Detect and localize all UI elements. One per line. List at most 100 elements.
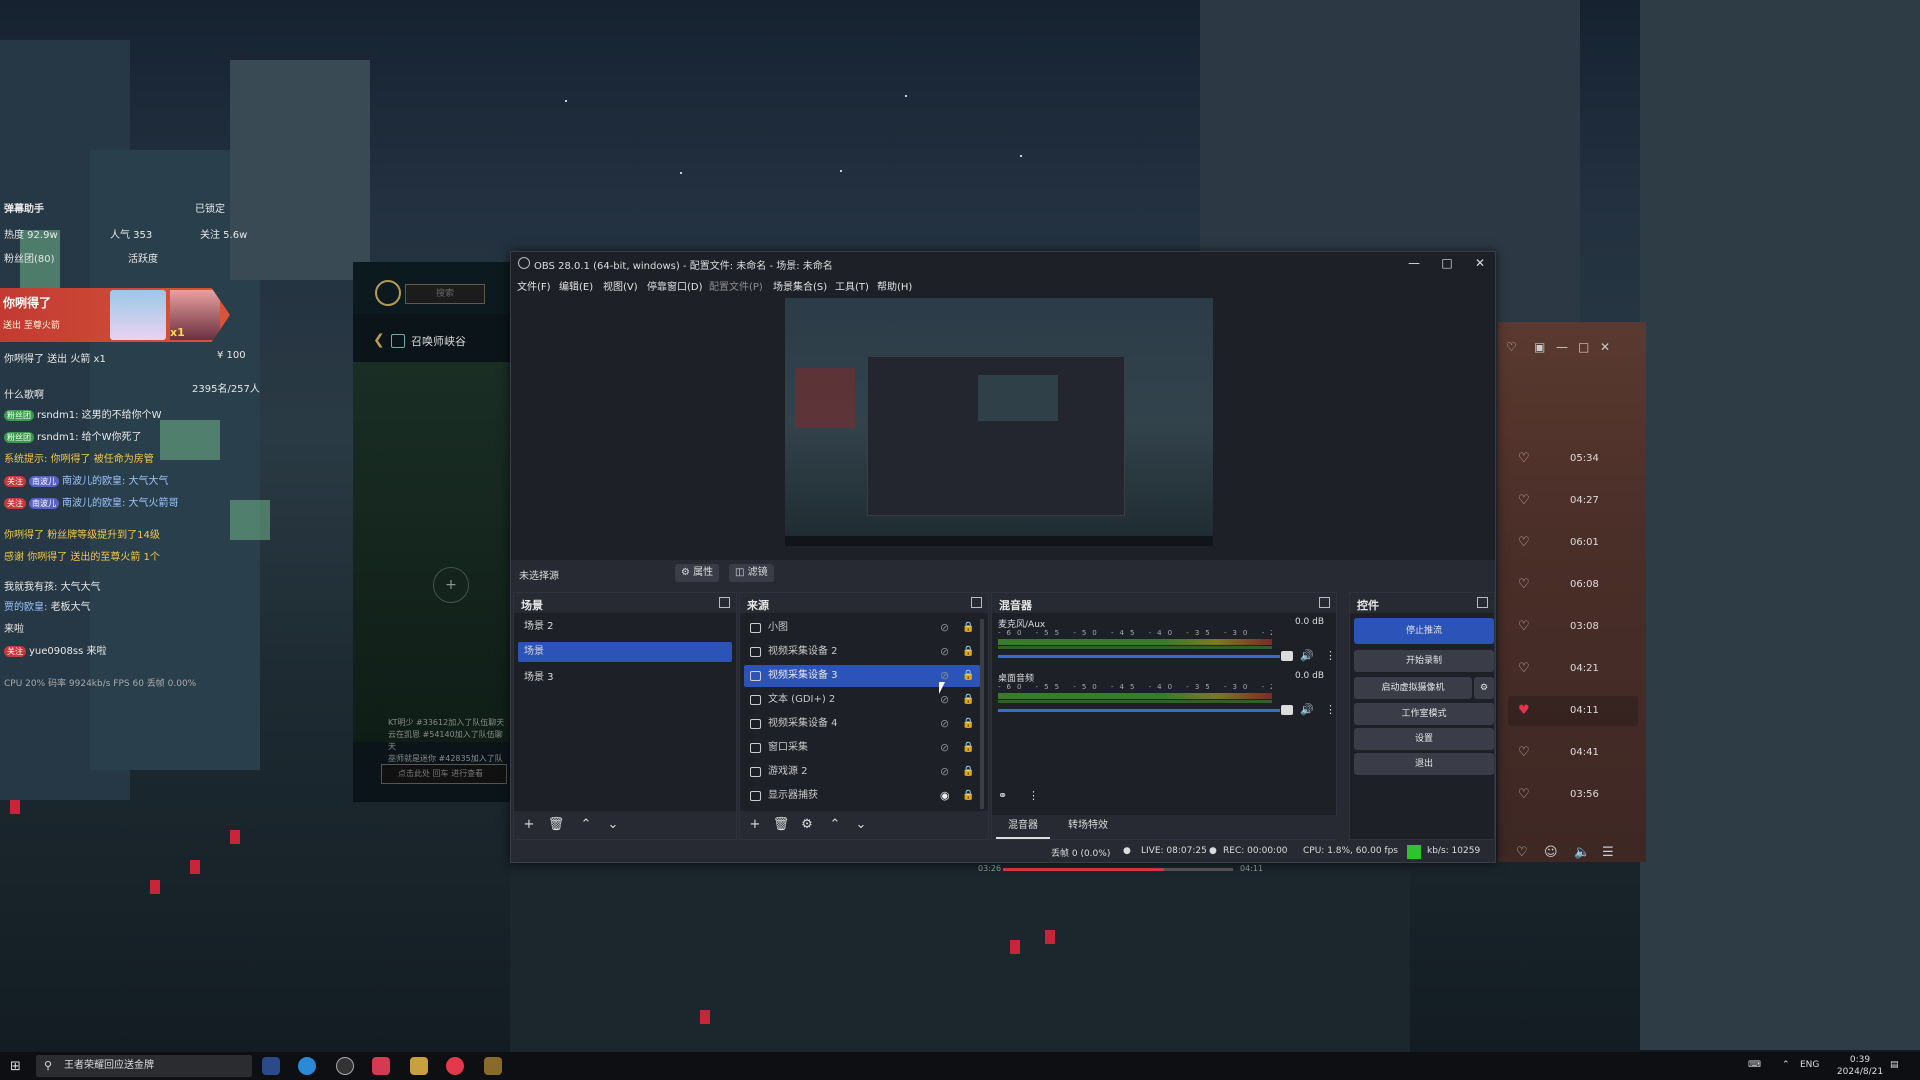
playback-progress[interactable]: [1003, 868, 1233, 871]
remove-source-icon[interactable]: 🗑: [772, 816, 790, 834]
visibility-hidden-icon[interactable]: ⊘: [940, 617, 949, 639]
edge-icon[interactable]: [298, 1057, 316, 1075]
scene-item[interactable]: 场景 2: [518, 617, 732, 637]
menu-view[interactable]: 视图(V): [603, 278, 638, 293]
remove-scene-icon[interactable]: 🗑: [547, 816, 565, 834]
mini-mode-icon[interactable]: ▣: [1534, 340, 1545, 354]
source-item[interactable]: 视频采集设备 2 ⊘ 🔒: [744, 641, 980, 663]
track-row[interactable]: ♥ 04:11: [1508, 696, 1638, 726]
start-virtual-camera-button[interactable]: 启动虚拟摄像机: [1354, 677, 1472, 699]
visibility-hidden-icon[interactable]: ⊘: [940, 761, 949, 783]
lock-icon[interactable]: 🔒: [962, 785, 974, 807]
stop-streaming-button[interactable]: 停止推流: [1354, 618, 1494, 644]
tab-transitions[interactable]: 转场特效: [1058, 815, 1118, 839]
liked-heart-icon[interactable]: ♥: [1518, 703, 1530, 718]
source-properties-icon[interactable]: ⚙: [798, 816, 816, 834]
menu-scene-collection[interactable]: 场景集合(S): [773, 278, 827, 293]
minimize-button[interactable]: —: [1399, 254, 1429, 272]
close-icon[interactable]: ✕: [1600, 340, 1610, 354]
invite-plus-button[interactable]: +: [433, 567, 469, 603]
share-icon[interactable]: ☺: [1544, 845, 1558, 860]
track-row[interactable]: ♡ 06:01: [1508, 528, 1638, 558]
wegame-icon[interactable]: [410, 1057, 428, 1075]
source-item[interactable]: 游戏源 2 ⊘ 🔒: [744, 761, 980, 783]
windows-start-icon[interactable]: ⊞: [10, 1059, 21, 1074]
maximize-button[interactable]: □: [1432, 254, 1462, 272]
visibility-hidden-icon[interactable]: ⊘: [940, 713, 949, 735]
input-language[interactable]: ENG: [1800, 1060, 1819, 1070]
track-row[interactable]: ♡ 04:27: [1508, 486, 1638, 516]
undock-icon[interactable]: [719, 597, 730, 608]
add-scene-icon[interactable]: +: [520, 816, 538, 834]
visibility-hidden-icon[interactable]: ⊘: [940, 641, 949, 663]
filters-button[interactable]: ◫ 滤镜: [729, 564, 774, 582]
source-item[interactable]: 小图 ⊘ 🔒: [744, 617, 980, 639]
heart-icon[interactable]: ♡: [1518, 787, 1530, 802]
link-icon[interactable]: ⚭: [998, 789, 1007, 802]
lock-icon[interactable]: 🔒: [962, 689, 974, 711]
undock-icon[interactable]: [1477, 597, 1488, 608]
taskbar-clock[interactable]: 0:39 2024/8/21: [1830, 1054, 1890, 1078]
lol-taskbar-icon[interactable]: [484, 1057, 502, 1075]
menu-docks[interactable]: 停靠窗口(D): [647, 278, 703, 293]
tab-mixer[interactable]: 混音器: [996, 815, 1050, 839]
studio-mode-button[interactable]: 工作室模式: [1354, 703, 1494, 725]
lol-chat-input[interactable]: 点击此处 回车 进行查看: [381, 764, 507, 784]
undock-icon[interactable]: [1319, 597, 1330, 608]
menu-tools[interactable]: 工具(T): [835, 278, 869, 293]
lock-icon[interactable]: 🔒: [962, 761, 974, 783]
start-recording-button[interactable]: 开始录制: [1354, 650, 1494, 672]
menu-help[interactable]: 帮助(H): [877, 278, 912, 293]
notification-icon[interactable]: ▤: [1890, 1060, 1899, 1070]
track-row[interactable]: ♡ 05:34: [1508, 444, 1638, 474]
maximize-icon[interactable]: □: [1578, 340, 1589, 354]
move-up-icon[interactable]: ⌃: [577, 816, 595, 834]
playlist-icon[interactable]: ♡: [1516, 845, 1528, 860]
track-row[interactable]: ♡ 06:08: [1508, 570, 1638, 600]
track-row[interactable]: ♡ 03:08: [1508, 612, 1638, 642]
volume-icon[interactable]: 🔈: [1574, 845, 1590, 860]
menu-profile[interactable]: 配置文件(P): [709, 278, 763, 293]
heart-icon[interactable]: ♡: [1518, 451, 1530, 466]
virtual-camera-settings-icon[interactable]: ⚙: [1474, 677, 1494, 699]
netease-music-icon[interactable]: [372, 1057, 390, 1075]
more-options-icon[interactable]: ⋮: [1325, 649, 1336, 662]
move-down-icon[interactable]: ⌄: [852, 816, 870, 834]
add-source-icon[interactable]: +: [746, 816, 764, 834]
minimize-icon[interactable]: —: [1556, 340, 1568, 354]
program-preview[interactable]: [785, 298, 1213, 546]
heart-icon[interactable]: ♡: [1518, 745, 1530, 760]
lock-icon[interactable]: 🔒: [962, 737, 974, 759]
obs-taskbar-icon[interactable]: [336, 1057, 354, 1075]
taskbar-search[interactable]: ⚲ 王者荣耀回应送金牌: [36, 1055, 252, 1077]
steam-icon[interactable]: [262, 1057, 280, 1075]
skin-icon[interactable]: ♡: [1506, 340, 1517, 354]
netease-cloud-icon[interactable]: [446, 1057, 464, 1075]
queue-icon[interactable]: ☰: [1602, 845, 1614, 860]
menu-edit[interactable]: 编辑(E): [559, 278, 593, 293]
heart-icon[interactable]: ♡: [1518, 493, 1530, 508]
move-down-icon[interactable]: ⌄: [604, 816, 622, 834]
lock-icon[interactable]: 🔒: [962, 617, 974, 639]
heart-icon[interactable]: ♡: [1518, 535, 1530, 550]
speaker-icon[interactable]: 🔊: [1300, 649, 1314, 662]
volume-slider[interactable]: [998, 709, 1280, 712]
visibility-icon[interactable]: ◉: [940, 785, 950, 807]
lock-icon[interactable]: 🔒: [962, 665, 974, 687]
track-row[interactable]: ♡ 04:21: [1508, 654, 1638, 684]
scene-item[interactable]: 场景 3: [518, 668, 732, 688]
source-item[interactable]: 视频采集设备 4 ⊘ 🔒: [744, 713, 980, 735]
move-up-icon[interactable]: ⌃: [826, 816, 844, 834]
sources-scrollbar[interactable]: [980, 619, 984, 809]
exit-button[interactable]: 退出: [1354, 753, 1494, 775]
more-options-icon[interactable]: ⋮: [1028, 789, 1039, 802]
back-arrow-icon[interactable]: ❮: [373, 332, 385, 348]
close-button[interactable]: ✕: [1465, 254, 1495, 272]
lol-search-input[interactable]: 搜索: [405, 284, 485, 304]
volume-knob[interactable]: [1281, 651, 1293, 661]
properties-button[interactable]: ⚙ 属性: [675, 564, 720, 582]
tray-chevron-icon[interactable]: ⌃: [1782, 1060, 1790, 1070]
volume-knob[interactable]: [1281, 705, 1293, 715]
heart-icon[interactable]: ♡: [1518, 577, 1530, 592]
more-options-icon[interactable]: ⋮: [1325, 703, 1336, 716]
